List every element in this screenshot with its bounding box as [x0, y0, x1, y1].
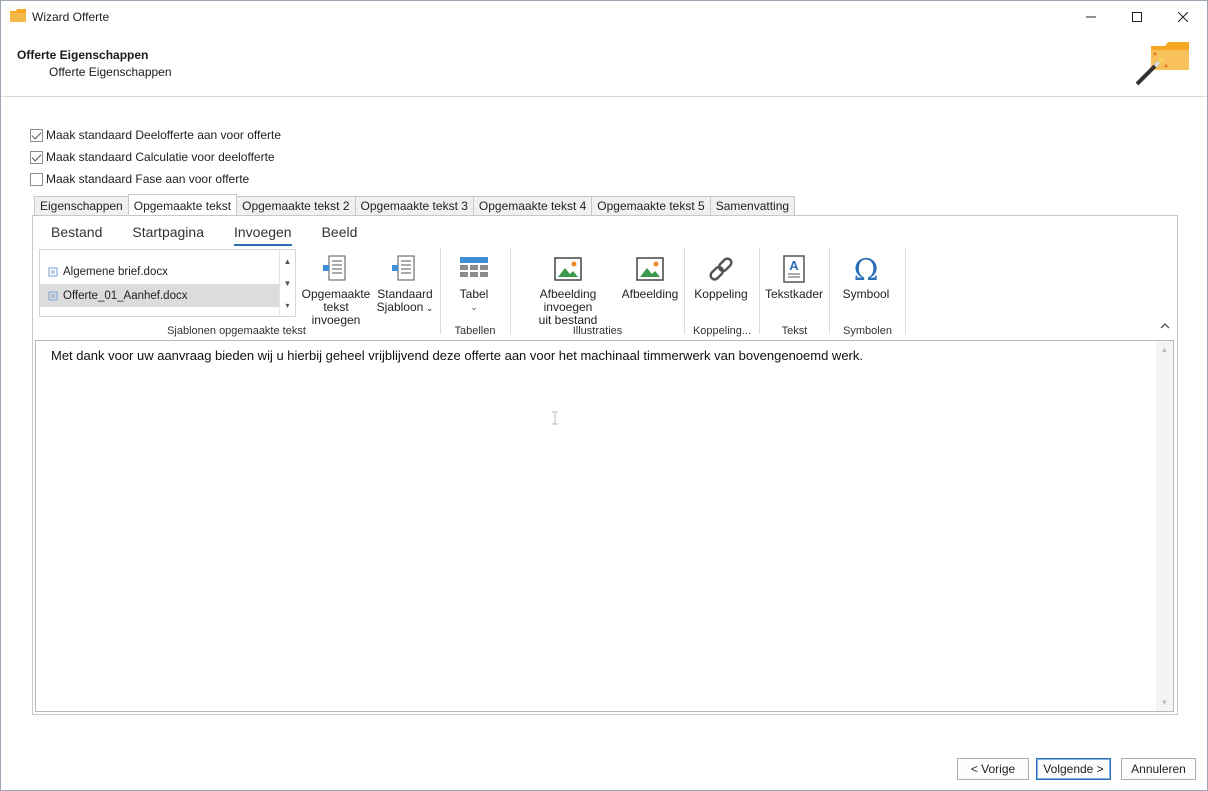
option-deelofferte[interactable]: Maak standaard Deelofferte aan voor offe… — [30, 127, 281, 143]
template-gallery: Algemene brief.docx Offerte_01_Aanhef.do… — [39, 249, 296, 317]
link-icon — [709, 257, 733, 281]
omega-symbol-icon: Ω — [854, 253, 879, 285]
symbol-button[interactable]: Ω Symbool — [837, 253, 895, 301]
textbox-button[interactable]: A Tekstkader — [763, 253, 825, 301]
template-item-selected[interactable]: Offerte_01_Aanhef.docx — [40, 284, 279, 307]
image-icon — [554, 257, 582, 281]
checkbox-calculatie[interactable] — [30, 150, 43, 164]
ribbon-tab-invoegen[interactable]: Invoegen — [233, 224, 292, 246]
option-label: Maak standaard Calculatie voor deeloffer… — [46, 150, 275, 164]
maximize-button[interactable] — [1114, 1, 1160, 32]
minimize-button[interactable] — [1068, 1, 1114, 32]
table-icon — [460, 257, 488, 277]
tab-eigenschappen[interactable]: Eigenschappen — [34, 196, 129, 215]
ribbon-tab-beeld[interactable]: Beeld — [322, 224, 358, 242]
group-separator — [759, 248, 760, 334]
svg-text:A: A — [789, 258, 799, 273]
group-separator — [684, 248, 685, 334]
group-label-illustraties: Illustraties — [572, 325, 623, 337]
template-item[interactable]: Algemene brief.docx — [40, 260, 279, 283]
image-icon — [636, 257, 664, 281]
gallery-scroller: ▲ ▼ ▾ — [279, 250, 295, 316]
collapse-ribbon-icon[interactable] — [1159, 320, 1171, 332]
table-button[interactable]: Tabel ⌄ — [449, 253, 499, 314]
button-label-line1: Afbeelding invoegen — [539, 287, 597, 314]
svg-text:Ω: Ω — [854, 253, 879, 285]
scroll-down-icon[interactable]: ▼ — [1156, 694, 1173, 711]
scroll-up-icon[interactable]: ▲ — [1156, 341, 1173, 358]
page-title: Offerte Eigenschappen — [17, 48, 149, 62]
group-label-tekst: Tekst — [781, 325, 808, 337]
gallery-expand-icon[interactable]: ▾ — [280, 294, 295, 316]
text-cursor-icon — [552, 411, 558, 425]
group-label-symbolen: Symbolen — [843, 325, 892, 337]
maximize-icon — [1132, 11, 1142, 22]
standard-template-button[interactable]: Standaard Sjabloon ⌄ — [375, 253, 435, 315]
group-label-koppeling: Koppeling... — [692, 325, 752, 337]
editor-scrollbar[interactable]: ▲ ▼ — [1156, 341, 1173, 711]
wizard-wand-icon — [1135, 42, 1189, 86]
template-item-label: Algemene brief.docx — [63, 265, 168, 278]
chevron-down-icon: ⌄ — [470, 302, 478, 312]
template-item-label: Offerte_01_Aanhef.docx — [63, 289, 188, 302]
button-label-line2: tekst invoegen — [311, 300, 361, 327]
folder-icon — [10, 9, 26, 22]
chevron-down-icon: ⌄ — [423, 303, 434, 313]
option-label: Maak standaard Deelofferte aan voor offe… — [46, 128, 282, 142]
textbox-icon: A — [783, 255, 805, 283]
button-label-line2: Sjabloon — [376, 300, 424, 314]
template-icon — [392, 255, 415, 281]
group-separator — [829, 248, 830, 334]
ribbon-tab-bestand[interactable]: Bestand — [51, 224, 102, 242]
minimize-icon — [1086, 16, 1096, 17]
group-label-tabellen: Tabellen — [454, 325, 496, 337]
cancel-button[interactable]: Annuleren — [1121, 758, 1196, 780]
page-subtitle: Offerte Eigenschappen — [49, 65, 172, 79]
button-label: Koppeling — [694, 287, 748, 301]
link-button[interactable]: Koppeling — [691, 253, 751, 301]
group-separator — [905, 248, 906, 334]
button-label: Tekstkader — [764, 287, 824, 301]
tab-strip: Eigenschappen Opgemaakte tekst Opgemaakt… — [34, 194, 796, 216]
document-icon — [48, 291, 58, 300]
tab-opgemaakte-tekst[interactable]: Opgemaakte tekst — [127, 194, 238, 215]
previous-button[interactable]: < Vorige — [957, 758, 1029, 780]
insert-formatted-text-button[interactable]: Opgemaakte tekst invoegen — [299, 253, 373, 327]
tab-opgemaakte-tekst-3[interactable]: Opgemaakte tekst 3 — [354, 196, 474, 215]
window-title: Wizard Offerte — [32, 10, 110, 24]
button-label: Afbeelding — [621, 287, 679, 301]
ribbon-tab-startpagina[interactable]: Startpagina — [132, 224, 204, 242]
insert-image-from-file-button[interactable]: Afbeelding invoegen uit bestand — [515, 253, 621, 327]
tab-opgemaakte-tekst-2[interactable]: Opgemaakte tekst 2 — [236, 196, 356, 215]
wizard-window: Wizard Offerte Offerte Eigenschappen Off… — [0, 0, 1208, 791]
wizard-header: Offerte Eigenschappen Offerte Eigenschap… — [1, 32, 1207, 97]
group-label-sjablonen: Sjablonen opgemaakte tekst — [167, 325, 306, 337]
next-button[interactable]: Volgende > — [1036, 758, 1111, 780]
rich-text-editor[interactable]: Met dank voor uw aanvraag bieden wij u h… — [35, 340, 1174, 712]
group-separator — [440, 248, 441, 334]
checkbox-deelofferte[interactable] — [30, 128, 43, 142]
editor-content[interactable]: Met dank voor uw aanvraag bieden wij u h… — [51, 348, 863, 363]
checkbox-fase[interactable] — [30, 172, 43, 186]
option-fase[interactable]: Maak standaard Fase aan voor offerte — [30, 171, 249, 187]
scroll-down-icon[interactable]: ▼ — [280, 272, 295, 294]
ribbon-tabs: Bestand Startpagina Invoegen Beeld — [51, 224, 387, 246]
tab-opgemaakte-tekst-4[interactable]: Opgemaakte tekst 4 — [472, 196, 593, 215]
document-icon — [48, 267, 58, 276]
title-bar: Wizard Offerte — [1, 1, 1207, 32]
tab-samenvatting[interactable]: Samenvatting — [709, 196, 796, 215]
close-icon — [1178, 11, 1188, 22]
image-button[interactable]: Afbeelding — [621, 253, 679, 301]
button-label: Symbool — [842, 287, 890, 301]
group-separator — [510, 248, 511, 334]
option-label: Maak standaard Fase aan voor offerte — [46, 172, 250, 186]
close-button[interactable] — [1160, 1, 1206, 32]
button-label: Tabel — [459, 287, 489, 301]
tab-opgemaakte-tekst-5[interactable]: Opgemaakte tekst 5 — [591, 196, 711, 215]
insert-text-icon — [323, 255, 346, 281]
scroll-up-icon[interactable]: ▲ — [280, 250, 295, 272]
option-calculatie[interactable]: Maak standaard Calculatie voor deeloffer… — [30, 149, 275, 165]
